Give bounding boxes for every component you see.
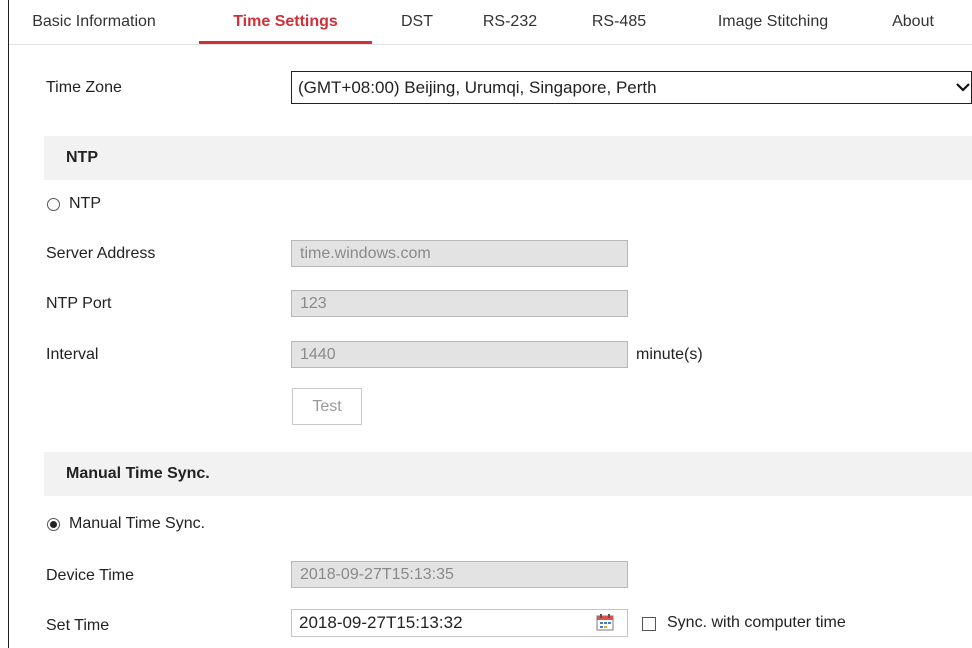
interval-unit: minute(s) [636, 346, 703, 363]
interval-label: Interval [46, 346, 99, 363]
time-zone-select[interactable]: (GMT+08:00) Beijing, Urumqi, Singapore, … [291, 71, 972, 104]
device-time-label: Device Time [46, 567, 135, 584]
test-button[interactable]: Test [292, 388, 362, 425]
set-time-value: 2018-09-27T15:13:32 [299, 613, 463, 632]
manual-sync-section-title: Manual Time Sync. [66, 465, 210, 482]
page-left-border [8, 0, 9, 648]
server-address-label: Server Address [46, 245, 156, 262]
radio-selected-dot [50, 521, 57, 528]
sync-computer-time-checkbox[interactable] [642, 617, 656, 631]
time-zone-label: Time Zone [46, 79, 122, 96]
manual-sync-section-header: Manual Time Sync. [44, 452, 972, 496]
tab-basic-information[interactable]: Basic Information [20, 0, 168, 43]
manual-sync-radio[interactable] [47, 518, 60, 531]
set-time-input[interactable]: 2018-09-27T15:13:32 [291, 609, 628, 637]
manual-sync-radio-label: Manual Time Sync. [69, 515, 206, 532]
time-zone-value: (GMT+08:00) Beijing, Urumqi, Singapore, … [298, 78, 657, 97]
tab-rs-232[interactable]: RS-232 [479, 0, 541, 43]
set-time-label: Set Time [46, 617, 110, 634]
tab-bar: Basic Information Time Settings DST RS-2… [9, 0, 972, 45]
server-address-input[interactable]: time.windows.com [291, 240, 628, 267]
ntp-radio[interactable] [47, 198, 60, 211]
tab-dst[interactable]: DST [394, 0, 440, 43]
interval-input[interactable]: 1440 [291, 341, 628, 368]
ntp-section-title: NTP [66, 149, 98, 166]
interval-value: 1440 [300, 346, 336, 363]
server-address-value: time.windows.com [300, 245, 431, 262]
ntp-radio-label: NTP [69, 195, 101, 212]
tab-time-settings[interactable]: Time Settings [199, 0, 372, 44]
ntp-port-label: NTP Port [46, 295, 112, 312]
ntp-port-value: 123 [300, 295, 327, 312]
calendar-icon[interactable] [596, 613, 614, 631]
chevron-down-icon [956, 83, 970, 92]
device-time-input: 2018-09-27T15:13:35 [291, 561, 628, 588]
tab-rs-485[interactable]: RS-485 [589, 0, 649, 43]
device-time-value: 2018-09-27T15:13:35 [300, 566, 454, 583]
sync-computer-time-label: Sync. with computer time [667, 614, 846, 631]
tab-image-stitching[interactable]: Image Stitching [706, 0, 840, 43]
ntp-port-input[interactable]: 123 [291, 290, 628, 317]
ntp-section-header: NTP [44, 136, 972, 180]
tab-about[interactable]: About [884, 0, 942, 43]
